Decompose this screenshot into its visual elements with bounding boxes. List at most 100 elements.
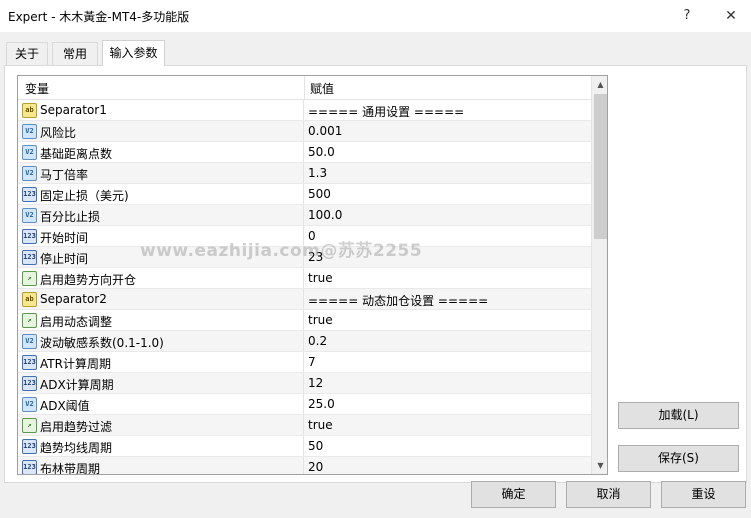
value-cell[interactable]: ===== 动态加仓设置 ===== [308, 292, 488, 309]
variable-cell: V2 ADX阈值 [18, 394, 304, 414]
value-cell[interactable]: 25.0 [308, 397, 335, 411]
table-row[interactable]: V2 风险比 0.001 [18, 121, 591, 142]
bool-param-icon: ↗ [22, 313, 37, 328]
grid-header: 变量 赋值 [18, 76, 591, 100]
value-cell[interactable]: 50 [308, 439, 323, 453]
table-row[interactable]: 123 布林带周期 20 [18, 457, 591, 475]
bool-param-icon: ↗ [22, 271, 37, 286]
variable-cell: V2 基础距离点数 [18, 142, 304, 162]
variable-cell: ↗ 启用趋势方向开仓 [18, 268, 304, 288]
value-cell[interactable]: 7 [308, 355, 316, 369]
table-row[interactable]: V2 马丁倍率 1.3 [18, 163, 591, 184]
string-param-icon: ab [22, 292, 37, 307]
table-row[interactable]: V2 基础距离点数 50.0 [18, 142, 591, 163]
variable-name: 风险比 [40, 126, 77, 140]
bool-param-icon: ↗ [22, 418, 37, 433]
close-button[interactable]: ✕ [721, 6, 741, 26]
table-row[interactable]: 123 趋势均线周期 50 [18, 436, 591, 457]
input-parameters-grid[interactable]: 变量 赋值 ab Separator1 ===== 通用设置 ===== V2 风险比 0… [17, 75, 608, 475]
variable-cell: ab Separator1 [18, 100, 304, 120]
window-title: Expert - 木木黃金-MT4-多功能版 [8, 10, 190, 24]
value-cell[interactable]: 500 [308, 187, 331, 201]
double-param-icon: V2 [22, 334, 37, 349]
help-button[interactable]: ? [677, 6, 697, 26]
grid-rows: ab Separator1 ===== 通用设置 ===== V2 风险比 0.001 V2… [18, 100, 591, 475]
scroll-down-arrow-icon[interactable]: ▼ [592, 457, 607, 474]
double-param-icon: V2 [22, 145, 37, 160]
reset-button[interactable]: 重设 [661, 481, 746, 508]
variable-name: 布林带周期 [40, 462, 101, 475]
variable-name: 启用动态调整 [40, 315, 113, 329]
variable-cell: ab Separator2 [18, 289, 304, 309]
variable-name: 固定止损（美元) [40, 189, 129, 203]
table-row[interactable]: 123 ATR计算周期 7 [18, 352, 591, 373]
scroll-up-arrow-icon[interactable]: ▲ [592, 76, 607, 93]
table-row[interactable]: 123 ADX计算周期 12 [18, 373, 591, 394]
value-cell[interactable]: 1.3 [308, 166, 327, 180]
variable-name: 基础距离点数 [40, 147, 113, 161]
title-bar: Expert - 木木黃金-MT4-多功能版 ? ✕ [0, 0, 751, 32]
variable-name: 波动敏感系数(0.1-1.0) [40, 336, 164, 350]
scrollbar-thumb[interactable] [594, 94, 607, 239]
column-header-variable[interactable]: 变量 [25, 80, 49, 97]
value-cell[interactable]: 50.0 [308, 145, 335, 159]
save-button[interactable]: 保存(S) [618, 445, 739, 472]
table-row[interactable]: ab Separator1 ===== 通用设置 ===== [18, 100, 591, 121]
ok-button[interactable]: 确定 [471, 481, 556, 508]
value-cell[interactable]: 0.2 [308, 334, 327, 348]
variable-name: Separator1 [40, 103, 107, 117]
value-cell[interactable]: true [308, 313, 333, 327]
table-row[interactable]: V2 ADX阈值 25.0 [18, 394, 591, 415]
variable-name: 开始时间 [40, 231, 89, 245]
tab-about[interactable]: 关于 [6, 42, 48, 65]
load-button[interactable]: 加载(L) [618, 402, 739, 429]
column-divider[interactable] [304, 76, 305, 100]
variable-name: Separator2 [40, 292, 107, 306]
variable-cell: ↗ 启用趋势过滤 [18, 415, 304, 435]
variable-cell: 123 趋势均线周期 [18, 436, 304, 456]
tab-inputs[interactable]: 输入参数 [102, 40, 165, 66]
variable-name: 启用趋势方向开仓 [40, 273, 137, 287]
variable-name: ADX阈值 [40, 399, 90, 413]
value-cell[interactable]: 100.0 [308, 208, 342, 222]
table-row[interactable]: ab Separator2 ===== 动态加仓设置 ===== [18, 289, 591, 310]
value-cell[interactable]: 0.001 [308, 124, 342, 138]
table-row[interactable]: 123 固定止损（美元) 500 [18, 184, 591, 205]
integer-param-icon: 123 [22, 460, 37, 474]
integer-param-icon: 123 [22, 229, 37, 244]
double-param-icon: V2 [22, 208, 37, 223]
table-row[interactable]: ↗ 启用动态调整 true [18, 310, 591, 331]
double-param-icon: V2 [22, 124, 37, 139]
table-row[interactable]: ↗ 启用趋势过滤 true [18, 415, 591, 436]
value-cell[interactable]: 12 [308, 376, 323, 390]
integer-param-icon: 123 [22, 187, 37, 202]
integer-param-icon: 123 [22, 376, 37, 391]
variable-name: ATR计算周期 [40, 357, 111, 371]
variable-name: 百分比止损 [40, 210, 101, 224]
cancel-button[interactable]: 取消 [566, 481, 651, 508]
variable-name: ADX计算周期 [40, 378, 114, 392]
variable-name: 趋势均线周期 [40, 441, 113, 455]
double-param-icon: V2 [22, 166, 37, 181]
variable-cell: 123 布林带周期 [18, 457, 304, 475]
double-param-icon: V2 [22, 397, 37, 412]
variable-cell: V2 风险比 [18, 121, 304, 141]
tab-common[interactable]: 常用 [52, 42, 98, 65]
table-row[interactable]: ↗ 启用趋势方向开仓 true [18, 268, 591, 289]
vertical-scrollbar[interactable]: ▲ ▼ [591, 76, 607, 474]
string-param-icon: ab [22, 103, 37, 118]
value-cell[interactable]: 20 [308, 460, 323, 474]
value-cell[interactable]: true [308, 418, 333, 432]
integer-param-icon: 123 [22, 439, 37, 454]
variable-name: 启用趋势过滤 [40, 420, 113, 434]
variable-name: 马丁倍率 [40, 168, 89, 182]
value-cell[interactable]: ===== 通用设置 ===== [308, 103, 464, 120]
variable-name: 停止时间 [40, 252, 89, 266]
column-header-value[interactable]: 赋值 [310, 80, 334, 97]
value-cell[interactable]: true [308, 271, 333, 285]
integer-param-icon: 123 [22, 355, 37, 370]
table-row[interactable]: V2 波动敏感系数(0.1-1.0) 0.2 [18, 331, 591, 352]
variable-cell: V2 马丁倍率 [18, 163, 304, 183]
variable-cell: 123 固定止损（美元) [18, 184, 304, 204]
table-row[interactable]: V2 百分比止损 100.0 [18, 205, 591, 226]
